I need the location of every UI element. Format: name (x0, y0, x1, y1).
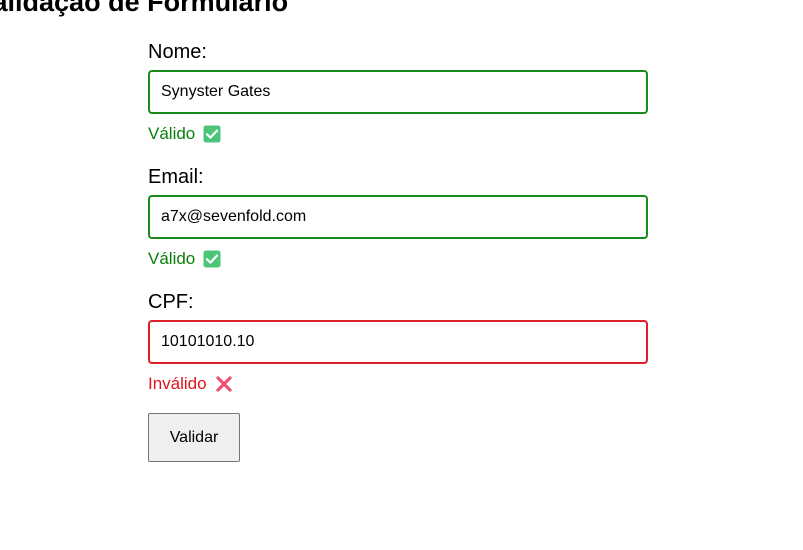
email-input[interactable] (148, 195, 648, 239)
email-label: Email: (148, 166, 204, 188)
check-mark-icon (203, 125, 221, 143)
email-status: Válido (148, 248, 648, 270)
cpf-status-text: Inválido (148, 374, 207, 393)
cpf-label: CPF: (148, 291, 194, 313)
name-label: Nome: (148, 41, 207, 63)
check-mark-icon (203, 250, 221, 268)
cpf-input[interactable] (148, 320, 648, 364)
email-field-group: Email: Válido (148, 165, 648, 270)
page-title: Validação de Formulário (0, 0, 289, 17)
name-status-text: Válido (148, 124, 196, 143)
name-field-group: Nome: Válido (148, 40, 648, 145)
cpf-status: Inválido (148, 373, 648, 395)
cpf-field-group: CPF: Inválido (148, 290, 648, 395)
cross-mark-icon (216, 376, 232, 392)
name-input[interactable] (148, 70, 648, 114)
validate-button[interactable]: Validar (148, 413, 240, 462)
page: Validação de Formulário Nome: Válido Ema… (0, 0, 803, 550)
email-status-text: Válido (148, 249, 196, 268)
validation-form: Nome: Válido Email: Válido C (148, 40, 648, 462)
name-status: Válido (148, 123, 648, 145)
